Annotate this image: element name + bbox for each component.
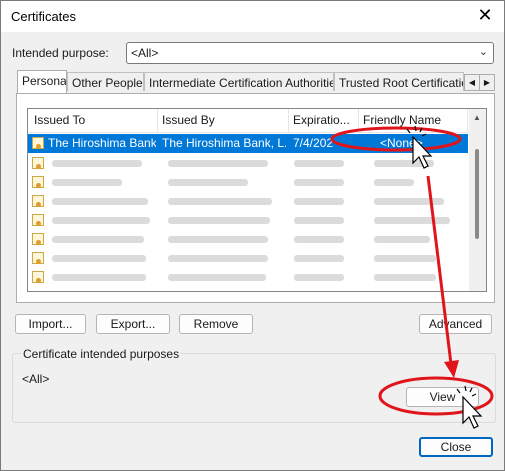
certificates-dialog: Certificates ✕ Intended purpose: <All> ⌄…: [0, 0, 505, 471]
personal-tab-panel: Issued To Issued By Expiratio... Friendl…: [16, 93, 495, 303]
tab-scroll-right-icon[interactable]: ▶: [479, 74, 495, 91]
tab-strip: Personal Other People Intermediate Certi…: [17, 70, 495, 93]
certificate-icon: [32, 252, 44, 264]
view-button[interactable]: View: [406, 387, 479, 407]
intended-purposes-label: Certificate intended purposes: [21, 347, 182, 361]
intended-purpose-dropdown[interactable]: <All> ⌄: [126, 42, 494, 64]
certificate-icon: [32, 233, 44, 245]
col-expiration[interactable]: Expiratio...: [289, 109, 359, 132]
cell-issued-by: The Hiroshima Bank, L...: [162, 136, 286, 150]
col-friendly-name[interactable]: Friendly Name: [359, 109, 468, 132]
tab-other-people[interactable]: Other People: [67, 72, 144, 91]
certificate-icon: [32, 195, 44, 207]
col-issued-to[interactable]: Issued To: [28, 109, 158, 132]
table-row[interactable]: [28, 230, 468, 249]
certificate-icon: [32, 176, 44, 188]
table-row-selected[interactable]: The Hiroshima Bank... The Hiroshima Bank…: [28, 134, 468, 153]
certificate-icon: [32, 271, 44, 283]
col-issued-by[interactable]: Issued By: [158, 109, 289, 132]
chevron-down-icon: ⌄: [478, 46, 488, 58]
cell-expiration: 7/4/202: [293, 136, 334, 150]
table-row[interactable]: [28, 268, 468, 287]
tab-intermediate-ca[interactable]: Intermediate Certification Authorities: [144, 72, 334, 91]
advanced-button[interactable]: Advanced: [419, 314, 492, 334]
title-bar: Certificates ✕: [1, 1, 504, 32]
scrollbar-thumb[interactable]: [475, 149, 479, 239]
table-row[interactable]: [28, 192, 468, 211]
intended-purpose-label: Intended purpose:: [12, 46, 109, 60]
tab-personal[interactable]: Personal: [17, 70, 67, 93]
close-icon[interactable]: ✕: [476, 5, 494, 25]
close-button[interactable]: Close: [419, 437, 493, 457]
table-row[interactable]: [28, 173, 468, 192]
remove-button[interactable]: Remove: [179, 314, 253, 334]
tab-trusted-root[interactable]: Trusted Root Certification: [334, 72, 464, 91]
certificate-icon: [32, 214, 44, 226]
table-row[interactable]: [28, 211, 468, 230]
list-scrollbar[interactable]: ▲: [469, 109, 486, 291]
cell-friendly-name: <None>: [380, 136, 423, 150]
table-row[interactable]: [28, 154, 468, 173]
intended-purpose-value: <All>: [131, 46, 159, 60]
list-header: Issued To Issued By Expiratio... Friendl…: [28, 109, 468, 133]
intended-purposes-value: <All>: [22, 372, 50, 386]
certificate-list[interactable]: Issued To Issued By Expiratio... Friendl…: [27, 108, 487, 292]
import-button[interactable]: Import...: [15, 314, 86, 334]
tab-scroll-left-icon[interactable]: ◀: [464, 74, 480, 91]
window-title: Certificates: [11, 9, 77, 24]
certificate-icon: [32, 137, 44, 149]
cell-issued-to: The Hiroshima Bank...: [48, 136, 156, 150]
certificate-icon: [32, 157, 44, 169]
export-button[interactable]: Export...: [96, 314, 170, 334]
table-row[interactable]: [28, 249, 468, 268]
scroll-up-icon[interactable]: ▲: [473, 113, 481, 122]
